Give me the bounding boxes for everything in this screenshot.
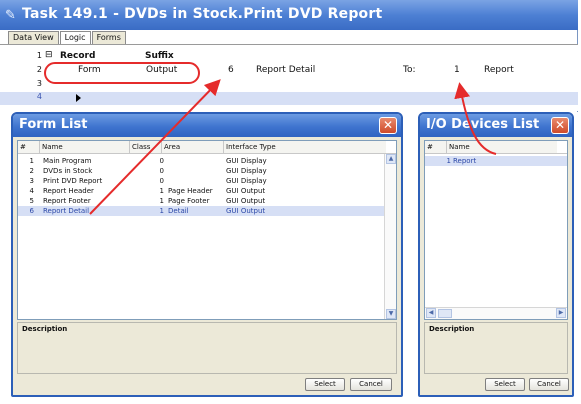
form-number[interactable]: 6: [228, 65, 234, 75]
scroll-right-icon[interactable]: ▶: [556, 308, 566, 318]
row-number: 2: [36, 65, 42, 74]
scroll-down-icon[interactable]: ▼: [386, 309, 396, 319]
interface-type: GUI Output: [226, 197, 266, 205]
record-header: Record: [60, 51, 96, 61]
form-list-row[interactable]: 5 Report Footer 1 Page Footer GUI Output: [18, 196, 396, 206]
column-header-number[interactable]: #: [425, 141, 447, 153]
form-name: Main Program: [43, 157, 92, 165]
select-button[interactable]: Select: [485, 378, 525, 391]
header-divider: [425, 153, 567, 154]
interface-type: GUI Display: [226, 157, 267, 165]
suffix-header: Suffix: [145, 51, 174, 61]
io-list-row[interactable]: 1 Report: [425, 156, 567, 166]
form-list-titlebar: Form List ✕: [13, 114, 401, 137]
form-list-row[interactable]: 4 Report Header 1 Page Header GUI Output: [18, 186, 396, 196]
row-number: 4: [29, 187, 34, 195]
form-area: Page Footer: [168, 197, 210, 205]
io-name: Report: [484, 65, 514, 75]
form-list-dialog: Form List ✕ # Name Class Area Interface …: [11, 112, 403, 397]
form-area: Detail: [168, 207, 189, 215]
column-header-interface-type[interactable]: Interface Type: [224, 141, 386, 153]
form-name: Report Footer: [43, 197, 91, 205]
row-pointer-icon: [76, 94, 81, 102]
app-icon: ✎: [5, 8, 16, 23]
task-title: Task 149.1 - DVDs in Stock.Print DVD Rep…: [22, 6, 383, 22]
form-list-title: Form List: [19, 117, 88, 132]
select-button[interactable]: Select: [305, 378, 345, 391]
form-list-row[interactable]: 1 Main Program 0 GUI Display: [18, 156, 396, 166]
task-titlebar: ✎ Task 149.1 - DVDs in Stock.Print DVD R…: [0, 0, 578, 30]
grid-row-selected[interactable]: 4: [0, 92, 578, 105]
description-label: Description: [429, 325, 475, 333]
io-devices-titlebar: I/O Devices List ✕: [420, 114, 572, 137]
form-class: 0: [159, 157, 164, 165]
cancel-button[interactable]: Cancel: [529, 378, 569, 391]
form-name: Report Detail: [256, 65, 316, 75]
form-list-table: # Name Class Area Interface Type 1 Main P…: [17, 140, 397, 320]
form-class: 1: [159, 187, 164, 195]
device-name: Report: [453, 157, 477, 165]
column-header-name[interactable]: Name: [40, 141, 130, 153]
column-header-number[interactable]: #: [18, 141, 40, 153]
form-list-row[interactable]: 6 Report Detail 1 Detail GUI Output: [18, 206, 396, 216]
io-devices-dialog: I/O Devices List ✕ # Name 1 Report ◀ ▶ De…: [418, 112, 574, 397]
form-class: 0: [159, 177, 164, 185]
form-description-box: Description: [17, 322, 397, 374]
form-name: Report Header: [43, 187, 94, 195]
row-number: 1: [29, 157, 34, 165]
column-header-area[interactable]: Area: [162, 141, 224, 153]
tab-logic[interactable]: Logic: [59, 31, 91, 45]
io-number[interactable]: 1: [454, 65, 460, 75]
row-number: 4: [36, 92, 42, 101]
scroll-thumb[interactable]: [438, 309, 452, 318]
form-class: 0: [159, 167, 164, 175]
form-list-scrollbar[interactable]: ▲ ▼: [384, 154, 396, 319]
close-icon[interactable]: ✕: [379, 117, 397, 134]
task-tabs: Data View Logic Forms: [8, 31, 127, 45]
row-number: 6: [29, 207, 34, 215]
task-window: ✎ Task 149.1 - DVDs in Stock.Print DVD R…: [0, 0, 578, 112]
form-name: Report Detail: [43, 207, 90, 215]
scroll-left-icon[interactable]: ◀: [426, 308, 436, 318]
tab-forms[interactable]: Forms: [91, 31, 126, 44]
row-number: 1: [36, 51, 42, 60]
io-horizontal-scrollbar[interactable]: ◀ ▶: [425, 307, 567, 319]
column-header-name[interactable]: Name: [447, 141, 557, 153]
io-description-box: Description: [424, 322, 568, 374]
row-number: 3: [36, 79, 42, 88]
form-name: Print DVD Report: [43, 177, 103, 185]
io-devices-title: I/O Devices List: [426, 117, 540, 132]
interface-type: GUI Output: [226, 207, 266, 215]
highlight-oval: [44, 62, 200, 84]
interface-type: GUI Display: [226, 177, 267, 185]
scroll-up-icon[interactable]: ▲: [386, 154, 396, 164]
to-label: To:: [403, 65, 416, 75]
form-class: 1: [159, 197, 164, 205]
form-list-row[interactable]: 3 Print DVD Report 0 GUI Display: [18, 176, 396, 186]
header-divider: [18, 153, 396, 154]
form-list-row[interactable]: 2 DVDs in Stock 0 GUI Display: [18, 166, 396, 176]
collapse-icon[interactable]: ⊟: [45, 50, 53, 60]
interface-type: GUI Display: [226, 167, 267, 175]
description-label: Description: [22, 325, 68, 333]
row-number: 3: [29, 177, 34, 185]
io-devices-table: # Name 1 Report ◀ ▶: [424, 140, 568, 320]
row-number: 5: [29, 197, 34, 205]
interface-type: GUI Output: [226, 187, 266, 195]
column-header-class[interactable]: Class: [130, 141, 162, 153]
row-number: 2: [29, 167, 34, 175]
tab-data-view[interactable]: Data View: [8, 31, 59, 44]
cancel-button[interactable]: Cancel: [350, 378, 392, 391]
form-name: DVDs in Stock: [43, 167, 93, 175]
row-number: 1: [446, 157, 451, 165]
close-icon[interactable]: ✕: [551, 117, 569, 134]
form-class: 1: [159, 207, 164, 215]
form-area: Page Header: [168, 187, 213, 195]
